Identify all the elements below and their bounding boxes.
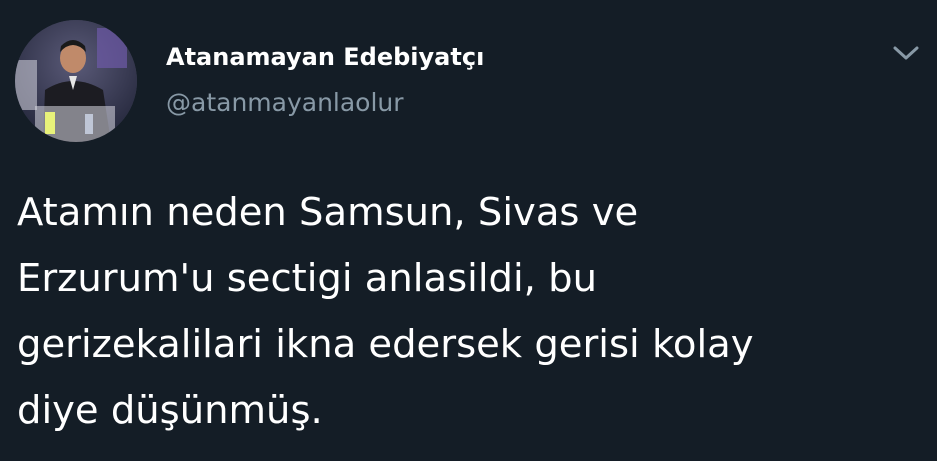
avatar-photo (15, 20, 137, 142)
tweet-text-line: diye düşünmüş. (17, 388, 323, 433)
tweet-text-line: gerizekalilari ikna edersek gerisi kolay (17, 322, 754, 367)
chevron-down-icon[interactable] (888, 38, 924, 68)
author-handle[interactable]: @atanmayanlaolur (166, 88, 404, 118)
tweet-text-line: Atamın neden Samsun, Sivas ve (17, 190, 639, 235)
tweet-card: Atanamayan Edebiyatçı @atanmayanlaolur A… (0, 0, 937, 461)
avatar[interactable] (15, 20, 137, 142)
author-display-name[interactable]: Atanamayan Edebiyatçı (166, 42, 484, 72)
tweet-text-line: Erzurum'u sectigi anlasildi, bu (17, 256, 597, 301)
tweet-text: Atamın neden Samsun, Sivas ve Erzurum'u … (17, 180, 917, 444)
